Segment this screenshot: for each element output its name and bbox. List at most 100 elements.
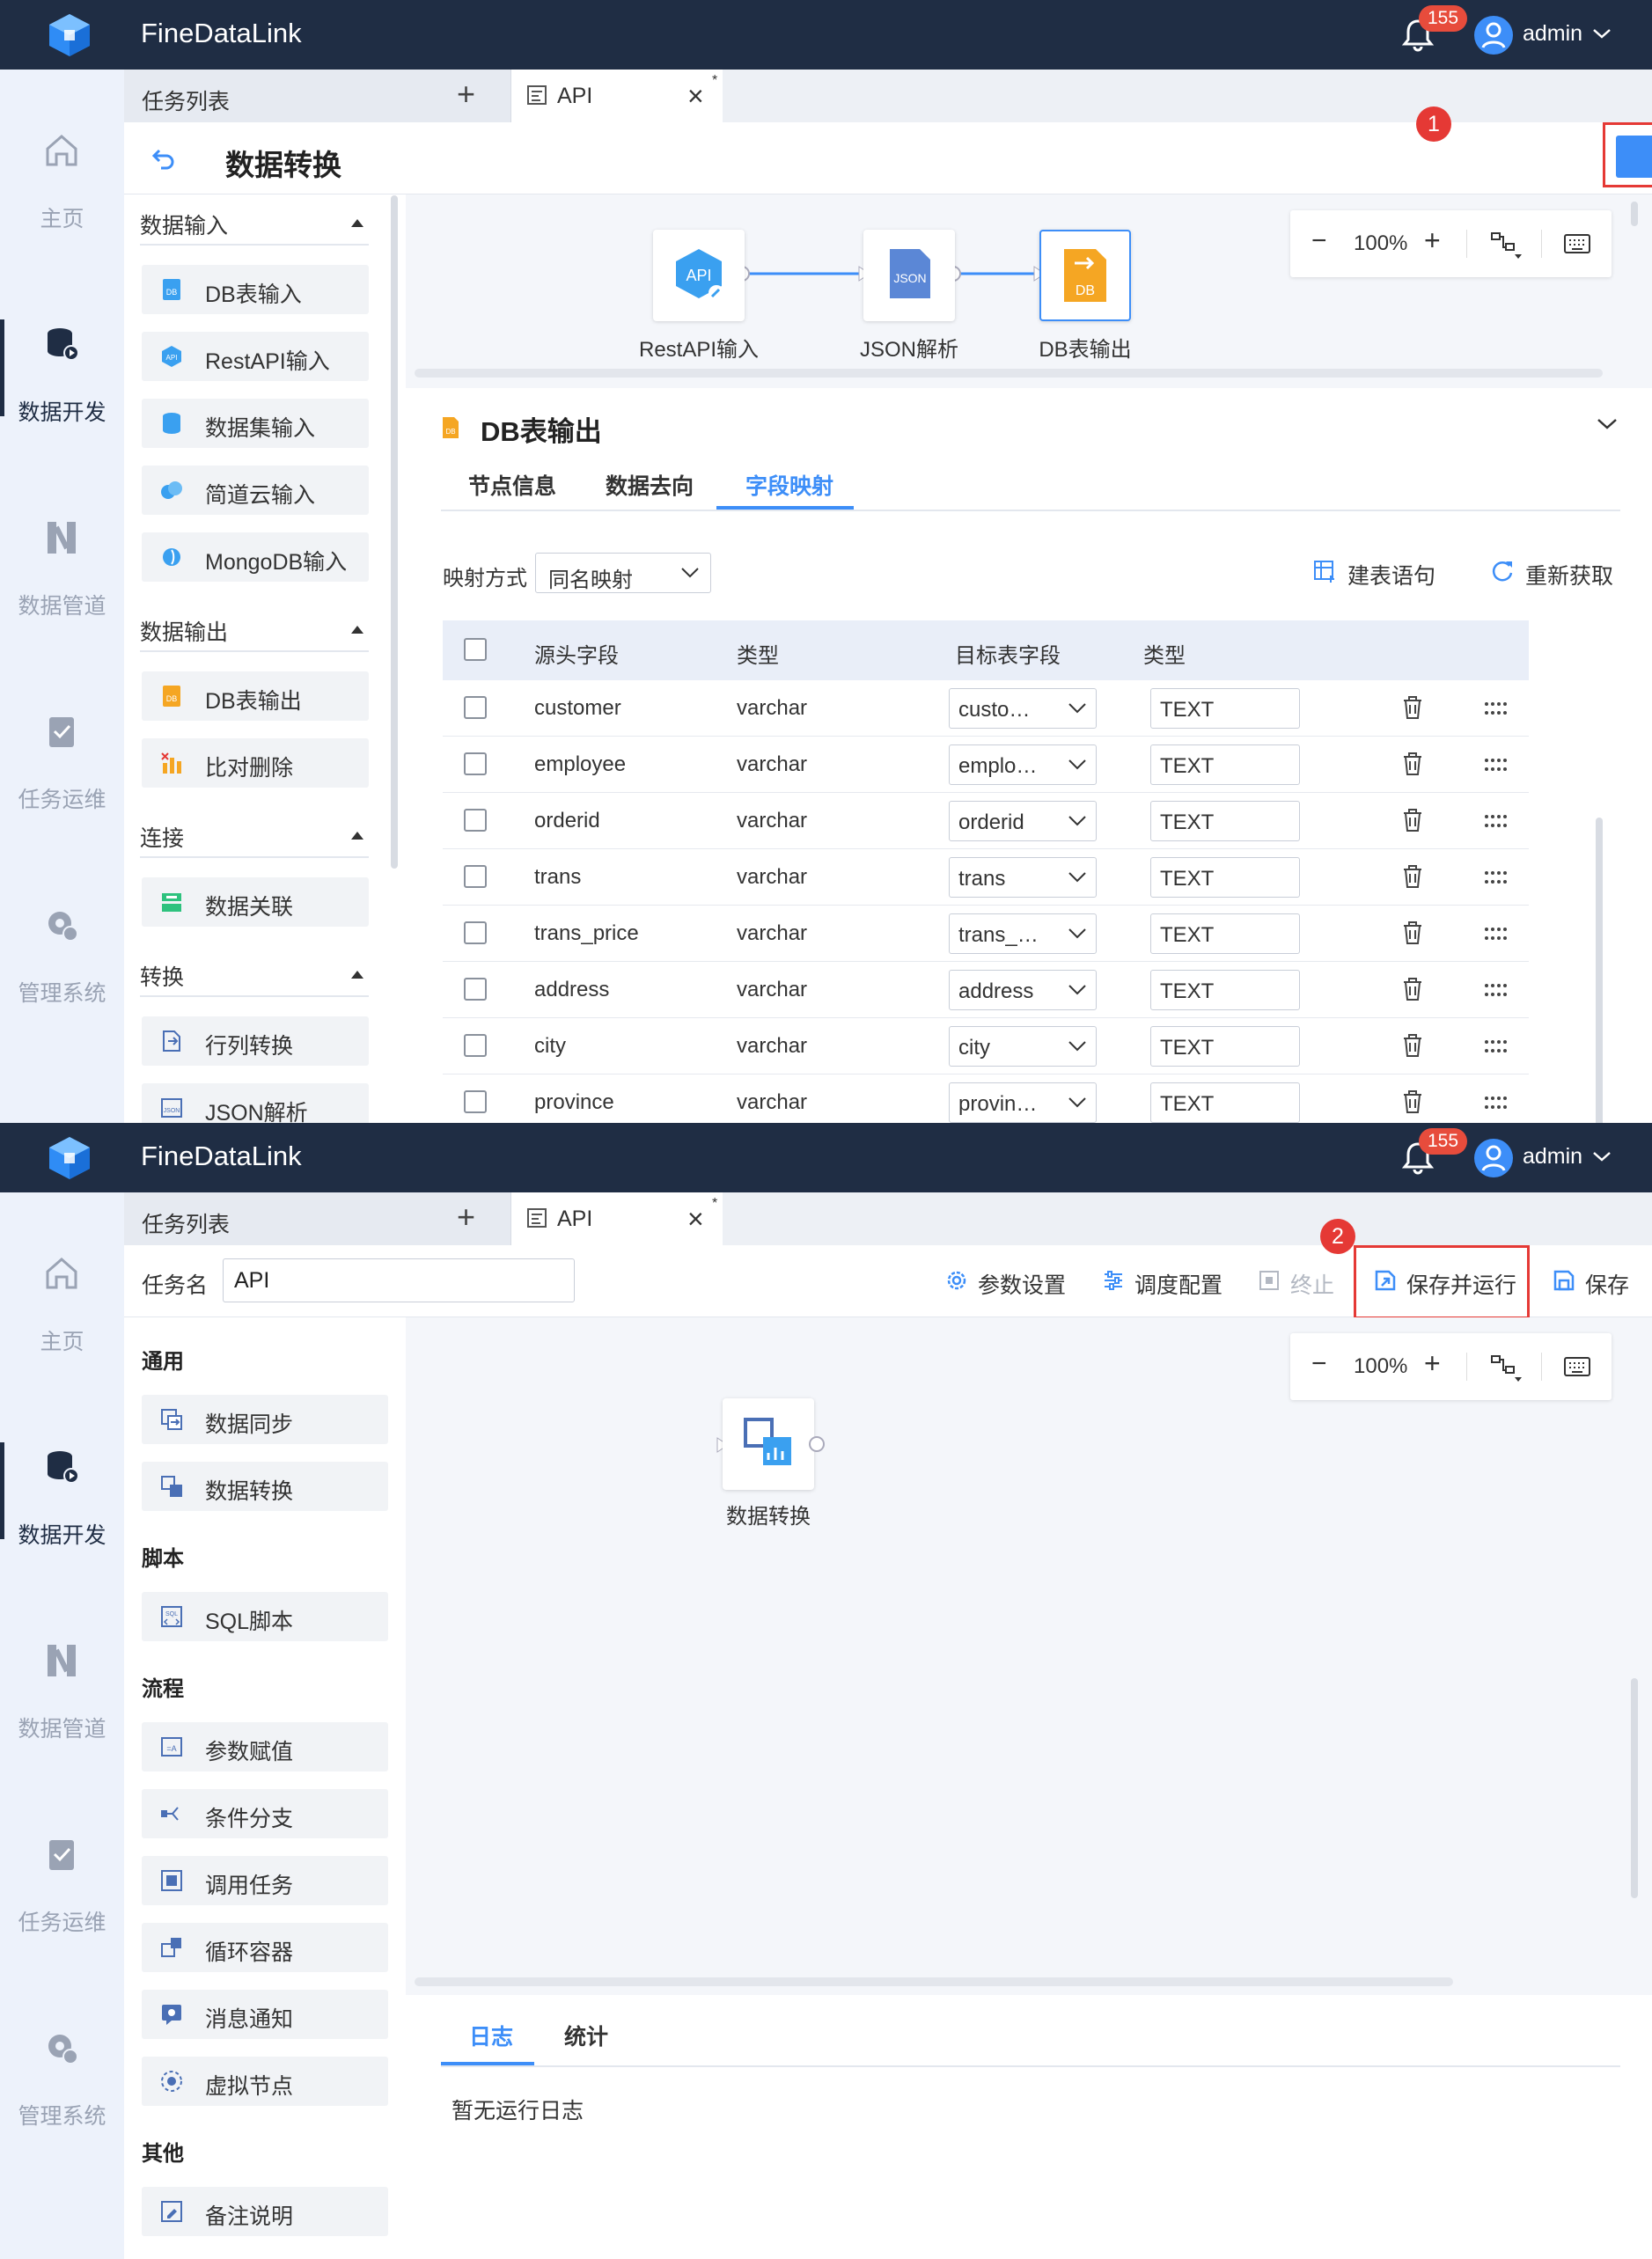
row-checkbox[interactable] — [464, 696, 487, 719]
auto-layout-icon[interactable] — [1488, 1353, 1524, 1383]
nav-pipeline[interactable]: 数据管道 — [0, 518, 124, 694]
chevron-down-icon[interactable] — [1596, 414, 1619, 432]
create-table-stmt-button[interactable]: 建表语句 — [1314, 559, 1435, 590]
tab-data-target[interactable]: 数据去向 — [606, 469, 694, 501]
drag-handle-icon[interactable] — [1483, 925, 1508, 942]
row-checkbox[interactable] — [464, 921, 487, 944]
palette-item-row-col[interactable]: 行列转换 — [142, 1016, 369, 1066]
row-checkbox[interactable] — [464, 1034, 487, 1057]
palette-item-db-output[interactable]: DB DB表输出 — [142, 671, 369, 721]
tab-log[interactable]: 日志 — [469, 2020, 513, 2051]
splitter-handle[interactable] — [415, 369, 1603, 378]
tab-stats[interactable]: 统计 — [564, 2020, 608, 2051]
stop-button[interactable]: 终止 — [1259, 1268, 1334, 1300]
target-field-select[interactable]: emplo… — [949, 744, 1097, 785]
target-type-input[interactable]: TEXT — [1150, 970, 1300, 1010]
nav-admin[interactable]: 管理系统 — [0, 2028, 124, 2204]
palette-item-compare-delete[interactable]: 比对删除 — [142, 738, 369, 788]
target-type-input[interactable]: TEXT — [1150, 801, 1300, 841]
palette-item-loop[interactable]: 循环容器 — [142, 1923, 388, 1972]
flow-node-data-transform[interactable] — [723, 1398, 814, 1490]
target-type-input[interactable]: TEXT — [1150, 857, 1300, 898]
zoom-out-button[interactable]: − — [1311, 1349, 1327, 1379]
tab-field-mapping[interactable]: 字段映射 — [745, 469, 833, 501]
palette-item-mongodb-input[interactable]: MongoDB输入 — [142, 532, 369, 582]
save-run-button[interactable]: 保存并运行 — [1375, 1268, 1516, 1300]
target-field-select[interactable]: provin… — [949, 1082, 1097, 1123]
add-tab-button[interactable]: + — [457, 77, 475, 112]
table-scrollbar[interactable] — [1596, 818, 1603, 1123]
target-field-select[interactable]: trans — [949, 857, 1097, 898]
drag-handle-icon[interactable] — [1483, 812, 1508, 830]
target-field-select[interactable]: address — [949, 970, 1097, 1010]
target-type-input[interactable]: TEXT — [1150, 1026, 1300, 1067]
task-name-input[interactable] — [223, 1258, 575, 1302]
flow-node-db-output[interactable]: DB — [1039, 230, 1131, 321]
palette-item-call-task[interactable]: 调用任务 — [142, 1856, 388, 1905]
trash-icon[interactable] — [1400, 976, 1425, 1002]
target-type-input[interactable]: TEXT — [1150, 1082, 1300, 1123]
palette-item-restapi-input[interactable]: API RestAPI输入 — [142, 332, 369, 381]
mapping-mode-select[interactable]: 同名映射 — [535, 553, 711, 593]
target-field-select[interactable]: trans_… — [949, 913, 1097, 954]
trash-icon[interactable] — [1400, 863, 1425, 890]
add-tab-button[interactable]: + — [457, 1199, 475, 1235]
palette-item-data-sync[interactable]: 数据同步 — [142, 1395, 388, 1444]
close-tab-button[interactable]: × — [687, 1201, 704, 1236]
palette-item-db-input[interactable]: DB DB表输入 — [142, 265, 369, 314]
nav-home[interactable]: 主页 — [0, 131, 124, 307]
nav-home[interactable]: 主页 — [0, 1254, 124, 1430]
palette-item-dataset-input[interactable]: 数据集输入 — [142, 399, 369, 448]
drag-handle-icon[interactable] — [1483, 1094, 1508, 1111]
drag-handle-icon[interactable] — [1483, 1038, 1508, 1055]
tab-api[interactable]: API × * — [511, 1192, 723, 1245]
palette-item-jiandaoyun-input[interactable]: 简道云输入 — [142, 466, 369, 515]
tab-task-list[interactable]: 任务列表 + — [124, 1192, 511, 1245]
avatar[interactable] — [1474, 1139, 1513, 1177]
trash-icon[interactable] — [1400, 1089, 1425, 1115]
nav-data-dev[interactable]: 数据开发 — [0, 1442, 124, 1624]
row-checkbox[interactable] — [464, 865, 487, 888]
palette-item-json-parse[interactable]: JSON JSON解析 — [142, 1083, 369, 1123]
tab-api[interactable]: API × * — [511, 70, 723, 122]
back-icon[interactable] — [151, 145, 177, 172]
row-checkbox[interactable] — [464, 809, 487, 832]
nav-ops[interactable]: 任务运维 — [0, 1835, 124, 2011]
nav-admin[interactable]: 管理系统 — [0, 906, 124, 1082]
user-name[interactable]: admin — [1523, 1144, 1582, 1170]
avatar[interactable] — [1474, 16, 1513, 55]
params-button[interactable]: 参数设置 — [947, 1268, 1066, 1300]
trash-icon[interactable] — [1400, 751, 1425, 777]
chevron-down-icon[interactable] — [1591, 25, 1612, 42]
chevron-down-icon[interactable] — [1591, 1148, 1612, 1165]
target-field-select[interactable]: orderid — [949, 801, 1097, 841]
flow-node-restapi[interactable]: API — [653, 230, 745, 321]
nav-ops[interactable]: 任务运维 — [0, 712, 124, 888]
save-button[interactable]: 保存 — [1553, 1268, 1629, 1300]
drag-handle-icon[interactable] — [1483, 981, 1508, 999]
trash-icon[interactable] — [1400, 920, 1425, 946]
canvas-scrollbar[interactable] — [1631, 1678, 1638, 1898]
palette-item-data-join[interactable]: 数据关联 — [142, 877, 369, 927]
close-tab-button[interactable]: × — [687, 78, 704, 114]
palette-item-notify[interactable]: 消息通知 — [142, 1990, 388, 2039]
nav-data-dev[interactable]: 数据开发 — [0, 319, 124, 501]
palette-item-virtual[interactable]: 虚拟节点 — [142, 2057, 388, 2106]
palette-item-sql-script[interactable]: SQL SQL脚本 — [142, 1592, 388, 1641]
group-input[interactable]: 数据输入 — [140, 202, 369, 246]
target-type-input[interactable]: TEXT — [1150, 688, 1300, 729]
target-type-input[interactable]: TEXT — [1150, 913, 1300, 954]
row-checkbox[interactable] — [464, 1090, 487, 1113]
refetch-button[interactable]: 重新获取 — [1492, 559, 1613, 590]
drag-handle-icon[interactable] — [1483, 869, 1508, 886]
schedule-button[interactable]: 调度配置 — [1105, 1268, 1222, 1300]
target-field-select[interactable]: custo… — [949, 688, 1097, 729]
row-checkbox[interactable] — [464, 752, 487, 775]
palette-item-note[interactable]: 备注说明 — [142, 2187, 388, 2236]
user-name[interactable]: admin — [1523, 21, 1582, 47]
nav-pipeline[interactable]: 数据管道 — [0, 1641, 124, 1817]
splitter-handle[interactable] — [415, 1977, 1453, 1986]
zoom-in-button[interactable]: + — [1424, 1347, 1441, 1380]
palette-item-branch[interactable]: 条件分支 — [142, 1789, 388, 1838]
confirm-button[interactable]: 确定 — [1616, 136, 1652, 178]
